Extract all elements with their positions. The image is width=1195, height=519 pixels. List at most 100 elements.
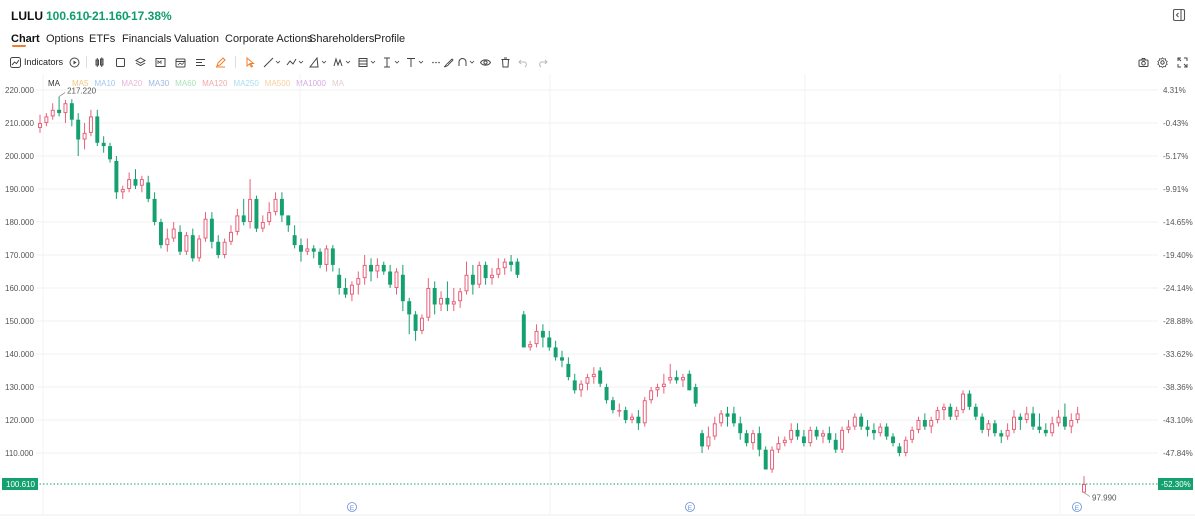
cursor-icon[interactable] bbox=[245, 55, 256, 69]
candle[interactable] bbox=[400, 274, 405, 302]
candle[interactable] bbox=[903, 439, 908, 453]
candle[interactable] bbox=[273, 198, 278, 213]
channel-tool-icon[interactable] bbox=[286, 55, 304, 69]
candle[interactable] bbox=[349, 284, 354, 295]
candle[interactable] bbox=[770, 449, 775, 470]
candle[interactable] bbox=[852, 416, 857, 427]
candle[interactable] bbox=[1075, 413, 1080, 420]
candle[interactable] bbox=[719, 413, 724, 424]
candle[interactable] bbox=[152, 198, 157, 222]
candle[interactable] bbox=[496, 268, 501, 275]
candle[interactable] bbox=[509, 261, 514, 265]
visibility-icon[interactable] bbox=[480, 55, 491, 69]
candle[interactable] bbox=[846, 426, 851, 430]
candle[interactable] bbox=[642, 400, 647, 424]
candle[interactable] bbox=[337, 274, 342, 288]
candle[interactable] bbox=[891, 436, 895, 444]
candle[interactable] bbox=[362, 264, 367, 279]
candle[interactable] bbox=[630, 416, 634, 421]
candle[interactable] bbox=[311, 248, 316, 252]
candle[interactable] bbox=[751, 433, 755, 444]
trash-icon[interactable] bbox=[500, 55, 511, 69]
brush-icon[interactable] bbox=[443, 55, 454, 69]
candle[interactable] bbox=[318, 251, 323, 265]
candle[interactable] bbox=[528, 344, 533, 348]
candle[interactable] bbox=[776, 443, 781, 450]
layers-icon[interactable] bbox=[135, 55, 146, 69]
candle[interactable] bbox=[1062, 416, 1067, 427]
candle[interactable] bbox=[782, 439, 787, 444]
candle[interactable] bbox=[439, 297, 444, 305]
candle[interactable] bbox=[133, 179, 138, 186]
candle[interactable] bbox=[954, 410, 959, 417]
candle[interactable] bbox=[38, 123, 42, 128]
candle[interactable] bbox=[178, 231, 183, 252]
candle[interactable] bbox=[305, 248, 310, 252]
candle[interactable] bbox=[190, 235, 195, 259]
candle[interactable] bbox=[687, 373, 692, 391]
replay-icon[interactable] bbox=[69, 55, 80, 69]
candle[interactable] bbox=[636, 416, 641, 424]
candle[interactable] bbox=[916, 420, 921, 430]
candle[interactable] bbox=[432, 288, 437, 305]
gann-tool-icon[interactable] bbox=[358, 55, 376, 69]
candle[interactable] bbox=[343, 288, 348, 295]
candle[interactable] bbox=[591, 373, 596, 378]
candle[interactable] bbox=[286, 215, 291, 226]
candle[interactable] bbox=[63, 103, 68, 114]
candle[interactable] bbox=[878, 426, 883, 434]
template-icon[interactable] bbox=[155, 55, 166, 69]
candle[interactable] bbox=[451, 301, 456, 305]
candlestick-chart[interactable]: 220.000 4.31% 210.000 -0.43% 200.000 -5.17% 19… bbox=[0, 74, 1195, 519]
candle[interactable] bbox=[1082, 483, 1086, 493]
candle[interactable] bbox=[795, 429, 800, 437]
candle[interactable] bbox=[617, 410, 622, 412]
candle[interactable] bbox=[801, 436, 806, 444]
candle[interactable] bbox=[731, 413, 736, 424]
candle[interactable] bbox=[1037, 426, 1042, 430]
camera-icon[interactable] bbox=[1138, 55, 1149, 69]
tab-profile[interactable]: Profile bbox=[374, 33, 405, 45]
candle[interactable] bbox=[229, 231, 233, 242]
candle[interactable] bbox=[44, 116, 49, 124]
candle[interactable] bbox=[146, 182, 151, 199]
tab-financials[interactable]: Financials bbox=[122, 33, 172, 45]
candle[interactable] bbox=[235, 215, 240, 232]
candle[interactable] bbox=[502, 261, 507, 269]
candle[interactable] bbox=[120, 189, 125, 193]
candle[interactable] bbox=[139, 179, 144, 186]
candle[interactable] bbox=[82, 132, 87, 140]
candle[interactable] bbox=[267, 212, 272, 223]
collapse-panel-icon[interactable] bbox=[1172, 8, 1186, 22]
candle[interactable] bbox=[1043, 429, 1048, 434]
candle[interactable] bbox=[88, 116, 93, 133]
candle[interactable] bbox=[69, 103, 74, 120]
candle[interactable] bbox=[865, 426, 870, 430]
candle[interactable] bbox=[209, 218, 214, 242]
candle[interactable] bbox=[579, 383, 584, 391]
candle[interactable] bbox=[604, 387, 609, 401]
candle[interactable] bbox=[808, 429, 813, 444]
candle[interactable] bbox=[171, 228, 176, 239]
candle[interactable] bbox=[706, 436, 711, 447]
redo-icon[interactable] bbox=[537, 55, 548, 69]
candle[interactable] bbox=[381, 264, 386, 272]
candle[interactable] bbox=[324, 248, 329, 265]
text-align-icon[interactable] bbox=[195, 55, 206, 69]
candle[interactable] bbox=[566, 363, 571, 378]
candle[interactable] bbox=[1018, 416, 1023, 420]
candle[interactable] bbox=[840, 429, 845, 450]
candle[interactable] bbox=[693, 387, 698, 404]
candle[interactable] bbox=[407, 301, 412, 315]
candle[interactable] bbox=[935, 410, 940, 421]
candle[interactable] bbox=[483, 264, 488, 279]
candle[interactable] bbox=[490, 274, 494, 279]
candle[interactable] bbox=[871, 429, 876, 434]
candle[interactable] bbox=[445, 297, 450, 305]
candle[interactable] bbox=[560, 357, 564, 361]
candle[interactable] bbox=[948, 406, 953, 417]
candle[interactable] bbox=[655, 387, 660, 391]
candle[interactable] bbox=[394, 271, 399, 288]
candle[interactable] bbox=[57, 109, 62, 114]
fullscreen-icon[interactable] bbox=[1177, 55, 1188, 69]
